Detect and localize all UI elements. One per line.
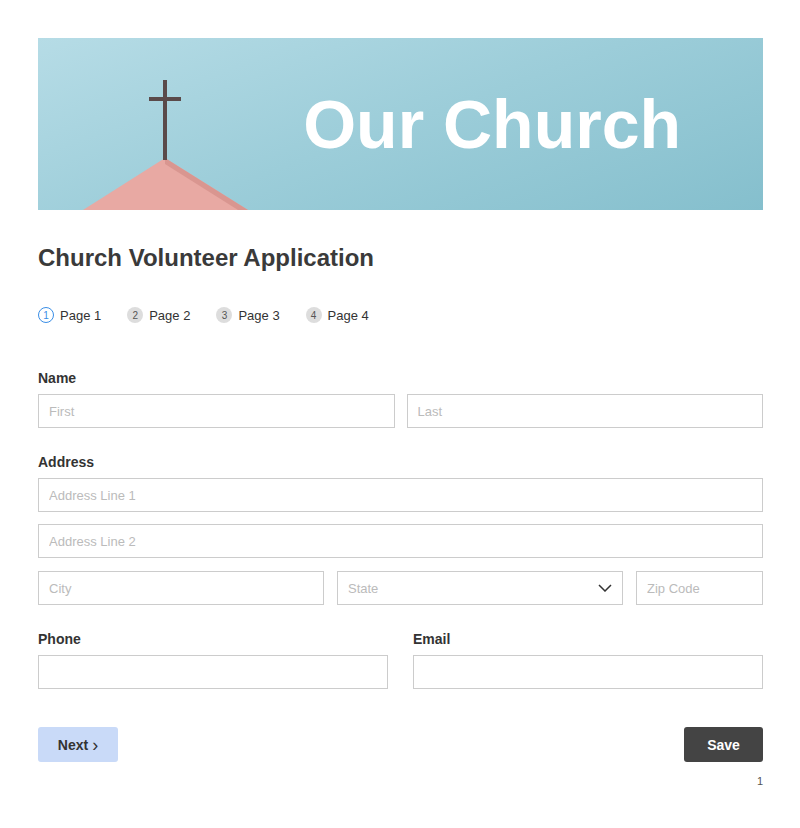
next-button[interactable]: Next› (38, 727, 118, 762)
chevron-right-icon: › (92, 736, 98, 754)
email-label: Email (413, 630, 763, 648)
address-label: Address (38, 453, 763, 471)
zip-input[interactable] (636, 571, 763, 605)
last-name-input[interactable] (407, 394, 764, 428)
city-input[interactable] (38, 571, 324, 605)
contact-row: Phone Email (38, 630, 763, 689)
step-number: 1 (38, 307, 54, 323)
address-line2-input[interactable] (38, 524, 763, 558)
first-name-input[interactable] (38, 394, 395, 428)
step-item[interactable]: 1 Page 1 (38, 307, 101, 323)
step-number: 4 (306, 307, 322, 323)
page: Our ChurchChurch Volunteer Application1P… (0, 0, 800, 807)
phone-label: Phone (38, 630, 388, 648)
banner: Our Church (38, 38, 763, 210)
address-line1-input[interactable] (38, 478, 763, 512)
phone-group: Phone (38, 630, 388, 689)
step-item[interactable]: 4 Page 4 (306, 307, 369, 323)
step-label: Page 3 (238, 308, 279, 323)
state-placeholder: State (348, 581, 378, 596)
email-group: Email (413, 630, 763, 689)
step-item[interactable]: 2 Page 2 (127, 307, 190, 323)
step-number: 3 (216, 307, 232, 323)
state-select[interactable]: State (337, 571, 623, 605)
step-label: Page 2 (149, 308, 190, 323)
step-label: Page 1 (60, 308, 101, 323)
step-list: 1 Page 1 2 Page 2 3 Page 3 4 Page 4 (38, 307, 763, 323)
step-label: Page 4 (328, 308, 369, 323)
banner-title: Our Church (303, 85, 681, 163)
next-label: Next (58, 737, 88, 753)
form-title: Church Volunteer Application (38, 244, 763, 272)
step-number: 2 (127, 307, 143, 323)
save-button[interactable]: Save (684, 727, 763, 762)
name-row (38, 394, 763, 428)
step-item[interactable]: 3 Page 3 (216, 307, 279, 323)
action-bar: Next› Save (38, 727, 763, 762)
chevron-down-icon (598, 584, 612, 592)
name-label: Name (38, 369, 763, 387)
page-number: 1 (38, 775, 763, 787)
phone-input[interactable] (38, 655, 388, 689)
city-state-zip-row: State (38, 571, 763, 605)
email-input[interactable] (413, 655, 763, 689)
